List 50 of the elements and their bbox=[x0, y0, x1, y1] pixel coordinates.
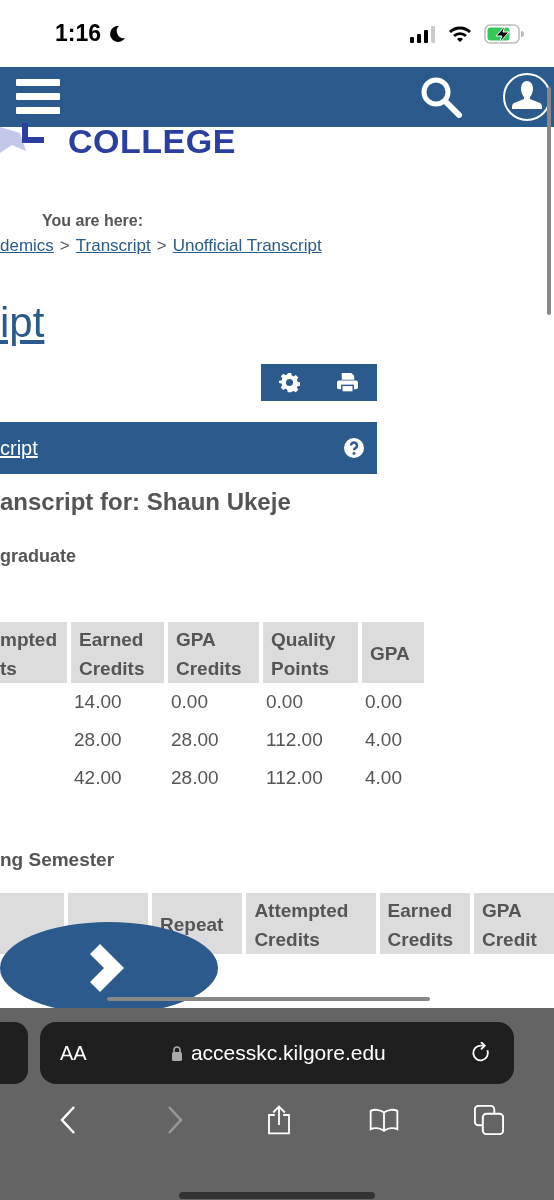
semester-heading: ng Semester bbox=[0, 849, 116, 872]
table-cell-text: 0.00 bbox=[364, 691, 403, 714]
reload-icon[interactable] bbox=[470, 1042, 492, 1064]
menu-icon[interactable] bbox=[16, 79, 60, 115]
battery-charging-icon bbox=[484, 23, 524, 44]
table-cell-text: 112.00 bbox=[265, 729, 324, 752]
table-cell-text: 0.00 bbox=[265, 691, 304, 714]
table-cell-text: 0.00 bbox=[170, 691, 209, 714]
page-title-link[interactable]: ipt bbox=[0, 300, 45, 347]
table-cell-text: 28.00 bbox=[170, 729, 220, 752]
table-cell-text: 4.00 bbox=[364, 729, 403, 752]
column-header: GPA Credit bbox=[474, 893, 554, 955]
breadcrumb-link[interactable]: Unofficial Transcript bbox=[172, 236, 322, 256]
signal-icon bbox=[410, 24, 436, 43]
column-header: Quality Points bbox=[263, 622, 358, 684]
printer-icon[interactable] bbox=[336, 372, 359, 394]
table-cell-text: 112.00 bbox=[265, 767, 324, 790]
table-cell-text: 42.00 bbox=[73, 767, 123, 790]
lock-icon bbox=[170, 1045, 183, 1061]
clock-time: 1:16 bbox=[55, 20, 102, 47]
table-cell-text: 4.00 bbox=[364, 767, 403, 790]
student-heading: anscript for: Shaun Ukeje bbox=[0, 488, 292, 517]
help-icon[interactable] bbox=[344, 438, 364, 459]
breadcrumb-link[interactable]: Transcript bbox=[75, 236, 151, 256]
column-header: Attempted Credits bbox=[246, 893, 376, 955]
table-cell-text: 28.00 bbox=[73, 729, 123, 752]
column-header: GPA bbox=[362, 622, 424, 684]
column-header: GPA Credits bbox=[168, 622, 259, 684]
table-cell-text: 28.00 bbox=[170, 767, 220, 790]
column-header: Earned Credits bbox=[379, 893, 470, 955]
breadcrumb-separator: > bbox=[156, 236, 167, 256]
url-text: accesskc.kilgore.edu bbox=[190, 1041, 386, 1065]
level-heading: graduate bbox=[0, 546, 78, 568]
text-size-button[interactable]: AA bbox=[60, 1041, 87, 1065]
wifi-icon bbox=[448, 24, 472, 43]
panel-title-link[interactable]: cript bbox=[0, 436, 38, 460]
previous-tab-edge[interactable] bbox=[0, 1022, 28, 1084]
college-logo-text: COLLEGE bbox=[68, 121, 236, 161]
breadcrumb-separator: > bbox=[59, 236, 70, 256]
tabs-icon[interactable] bbox=[474, 1105, 505, 1135]
settings-icon[interactable] bbox=[279, 372, 300, 394]
user-account-icon[interactable] bbox=[502, 72, 552, 122]
address-bar[interactable]: AA accesskc.kilgore.edu bbox=[40, 1022, 514, 1084]
search-icon[interactable] bbox=[420, 76, 462, 118]
breadcrumb-link[interactable]: demics bbox=[0, 236, 54, 256]
column-header: Earned Credits bbox=[71, 622, 164, 684]
table-cell-text: 14.00 bbox=[73, 691, 123, 714]
moon-icon bbox=[107, 23, 128, 44]
breadcrumb-label: You are here: bbox=[42, 212, 145, 230]
column-header: mpted ts bbox=[0, 622, 67, 684]
